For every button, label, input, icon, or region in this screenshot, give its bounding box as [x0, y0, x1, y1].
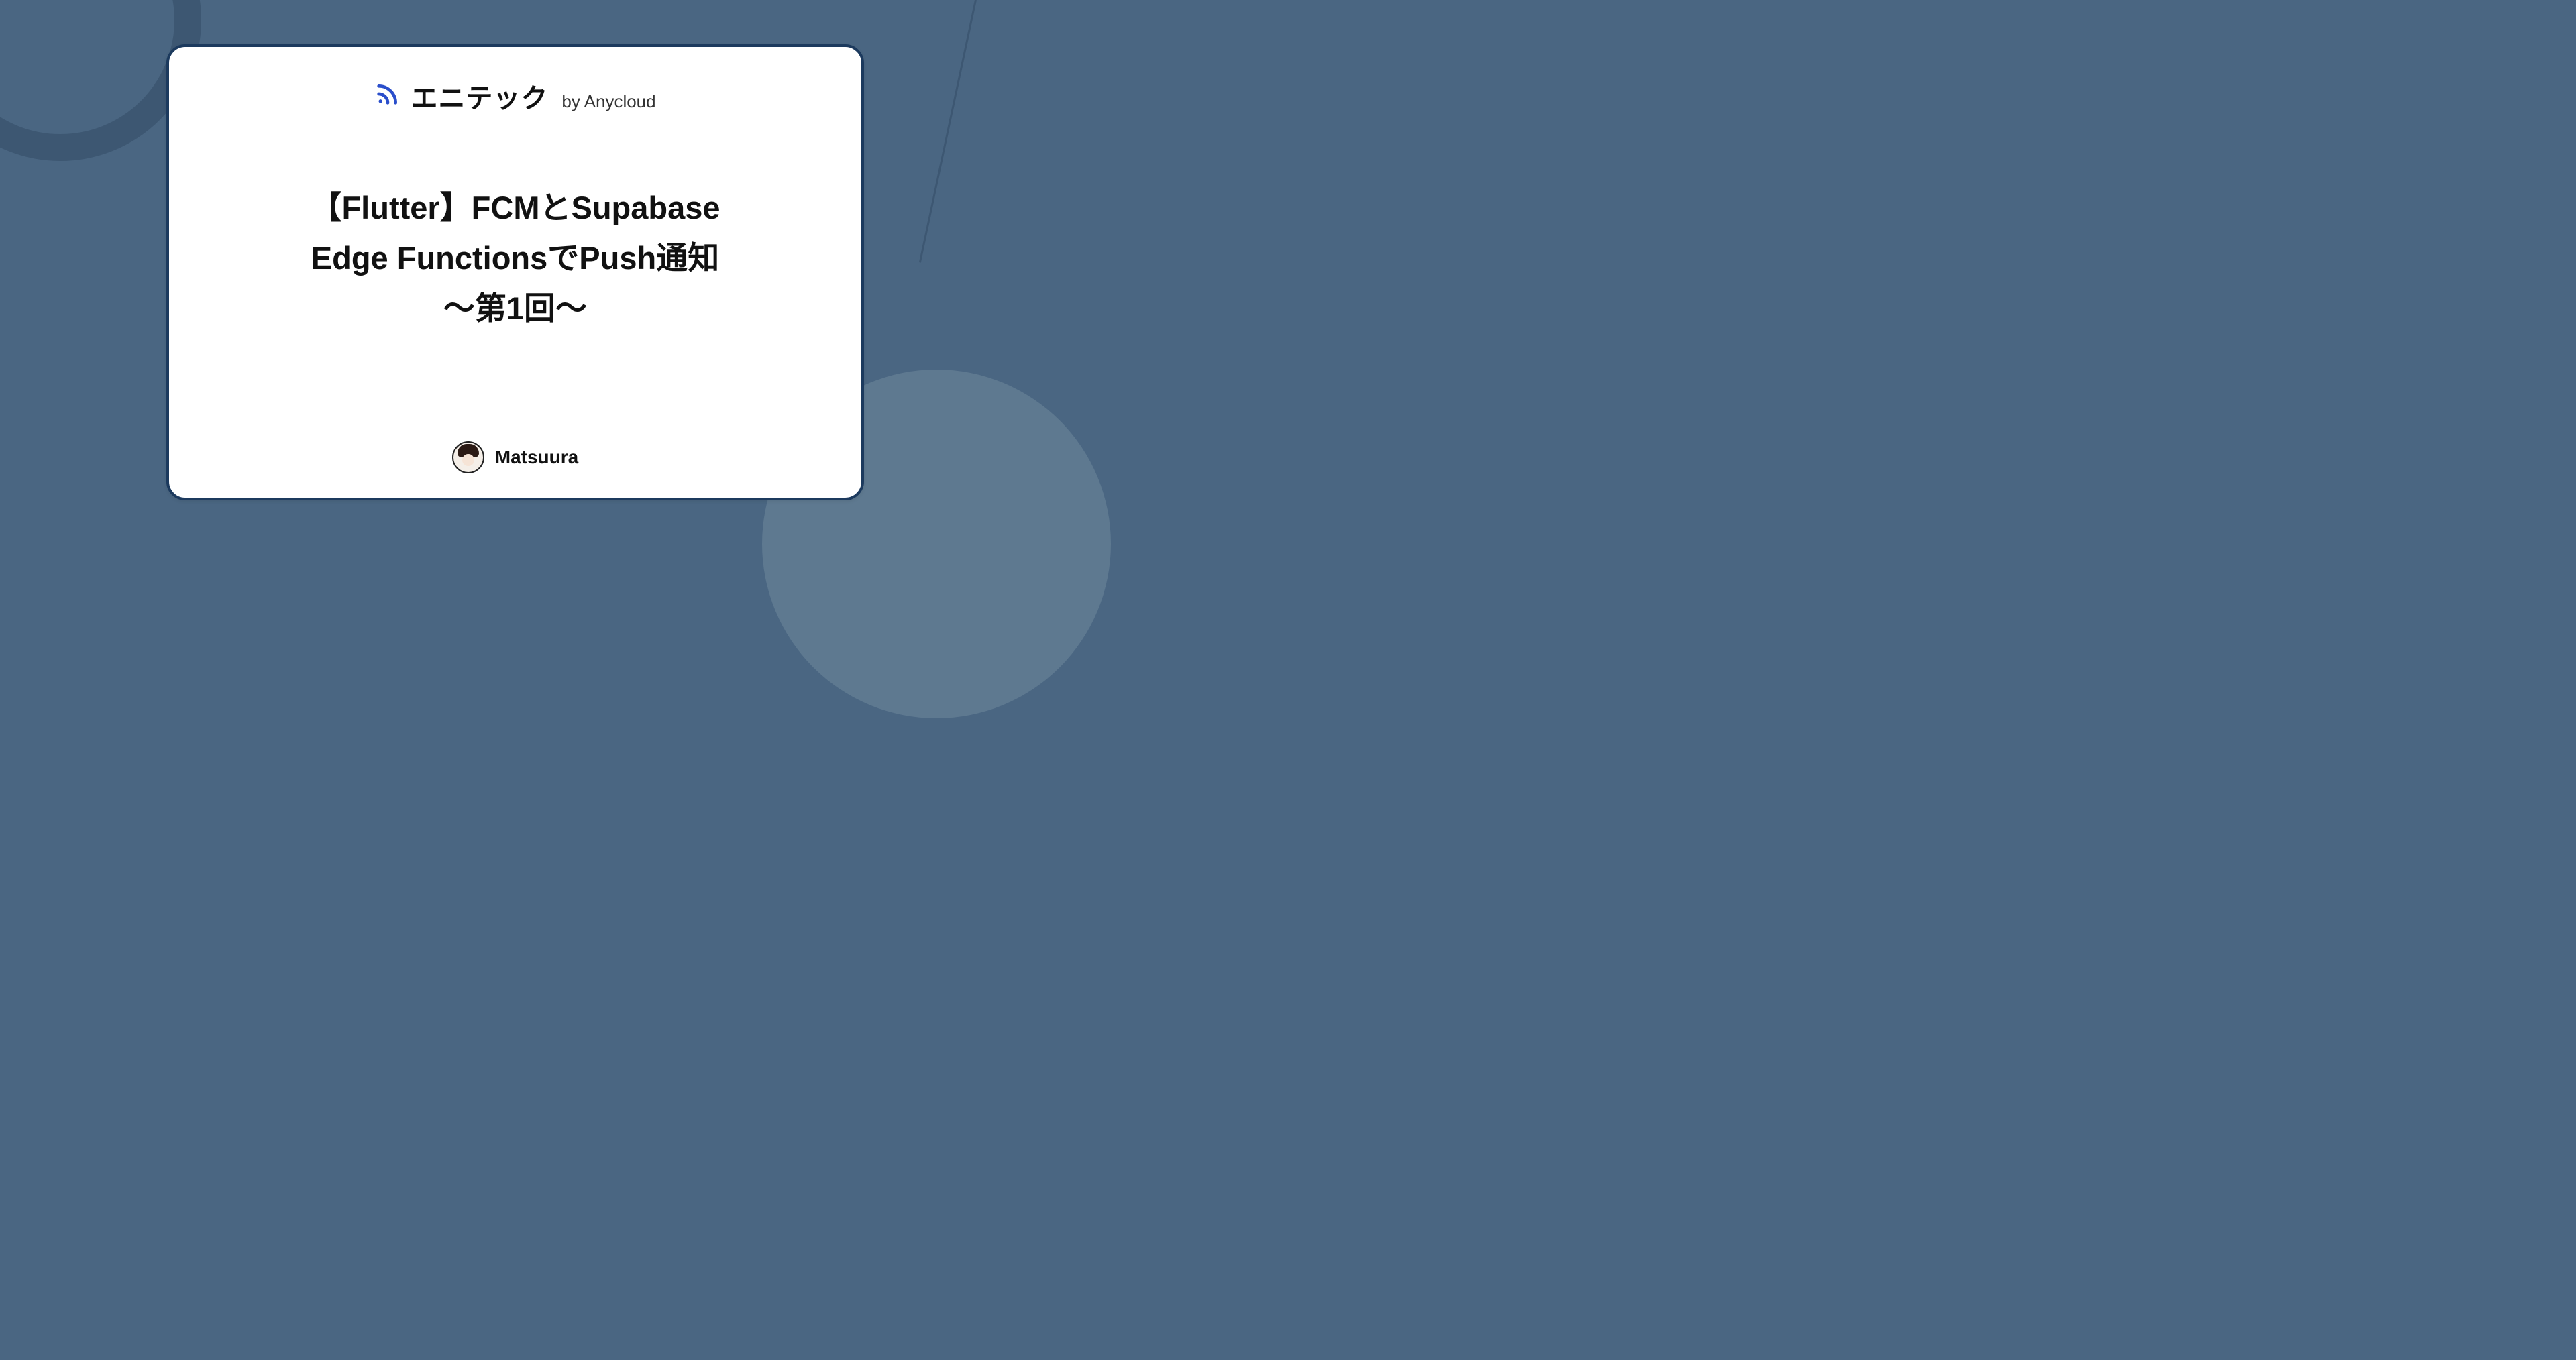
rss-icon: [374, 80, 401, 111]
avatar: [452, 441, 484, 473]
article-title: 【Flutter】FCMとSupabase Edge FunctionsでPus…: [310, 182, 720, 334]
article-card: エニテック by Anycloud 【Flutter】FCMとSupabase …: [166, 44, 864, 500]
brand-row: エニテック by Anycloud: [374, 76, 655, 115]
bg-decoration-line: [919, 0, 977, 263]
brand-title: エニテック: [411, 76, 548, 115]
author-row: Matsuura: [452, 441, 578, 473]
author-name: Matsuura: [495, 447, 578, 468]
brand-subtitle: by Anycloud: [561, 91, 655, 115]
